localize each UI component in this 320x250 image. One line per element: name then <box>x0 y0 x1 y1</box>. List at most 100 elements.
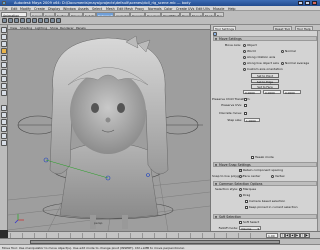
menu-normals[interactable]: Normals <box>148 7 162 11</box>
menu-modify[interactable]: Modify <box>20 7 31 11</box>
viewport-menu-show[interactable]: Show <box>50 26 58 30</box>
hypershade-layout-icon[interactable] <box>1 140 7 146</box>
move-snap-settings-header[interactable]: ▼ Move Snap Settings <box>213 162 317 167</box>
radio-drag[interactable]: Drag <box>239 193 250 197</box>
preserve-child-checkbox[interactable] <box>244 97 247 101</box>
menu-create[interactable]: Create <box>34 7 45 11</box>
shelf-tab-animation[interactable]: Animation <box>114 12 130 17</box>
shelf-tab-muscle[interactable]: Muscle <box>190 12 203 17</box>
cluster-icon[interactable] <box>2 18 7 23</box>
minimize-button[interactable] <box>298 1 303 5</box>
universal-manip-icon[interactable] <box>1 69 7 75</box>
single-pane-layout-icon[interactable] <box>1 105 7 111</box>
menu-help[interactable]: Help <box>228 7 236 11</box>
step-forward-button[interactable]: |▶ <box>300 233 305 241</box>
menu-window[interactable]: Window <box>63 7 76 11</box>
step-back-button[interactable]: ◀| <box>285 233 290 238</box>
menu-create-uvs[interactable]: Create UVs <box>176 7 194 11</box>
close-button[interactable] <box>312 1 317 5</box>
menu-assets[interactable]: Assets <box>78 7 89 11</box>
radio-face-center[interactable]: Face center <box>239 174 260 178</box>
shelf-tab-dynamics[interactable]: Dynamics <box>130 12 145 17</box>
set-to-point-button[interactable]: Set to Point <box>251 73 279 78</box>
shelf-tab-subdivs[interactable]: Subdivs <box>83 12 96 17</box>
camera-based-selection-checkbox[interactable]: Camera based selection <box>245 199 285 203</box>
twist-icon[interactable] <box>44 18 49 23</box>
soft-selection-header[interactable]: ▼ Soft Selection <box>213 214 317 219</box>
shelf-tab-painteffects[interactable]: PaintEffects <box>161 12 180 17</box>
shelf-tab-polygons[interactable]: Polygons <box>69 12 83 17</box>
shelf-tab-general[interactable]: General <box>30 12 43 17</box>
step-size-field[interactable]: 1.0000 <box>244 117 260 123</box>
paint-select-icon[interactable] <box>1 41 7 47</box>
persp-outliner-layout-icon[interactable] <box>1 126 7 132</box>
time-slider[interactable]: 1.00 |◀ ◀| ◀ ▶ |▶ ▶| <box>8 231 320 241</box>
scale-tool-icon[interactable] <box>1 62 7 68</box>
current-frame-field[interactable]: 1.00 <box>266 233 278 238</box>
radio-vertex[interactable]: Vertex <box>271 174 285 178</box>
discrete-move-checkbox[interactable] <box>244 111 247 115</box>
custom-axis-z-field[interactable]: 0.0000 <box>283 90 301 95</box>
retain-spacing-checkbox[interactable]: ✓ Retain component spacing <box>239 168 283 172</box>
bend-icon[interactable] <box>38 18 43 23</box>
menu-edit-uvs[interactable]: Edit UVs <box>196 7 210 11</box>
viewport-menu-view[interactable]: View <box>10 26 17 30</box>
viewport-menu-shading[interactable]: Shading <box>20 26 32 30</box>
go-to-end-button[interactable]: ▶| <box>305 233 310 238</box>
play-forwards-button[interactable]: ▶ <box>295 233 300 238</box>
last-tool-icon[interactable] <box>1 90 7 96</box>
soft-select-checkbox[interactable]: Soft Select <box>239 220 259 224</box>
show-manip-icon[interactable] <box>1 83 7 89</box>
set-to-face-button[interactable]: Set to Face <box>251 84 279 89</box>
perspective-viewport[interactable]: View Shading Lighting Show Renderer Pane… <box>8 25 210 231</box>
menu-file[interactable]: File <box>2 7 8 11</box>
shelf-tab-surfaces[interactable]: Surfaces <box>55 12 69 17</box>
side-by-side-layout-icon[interactable] <box>1 119 7 125</box>
shelf-tab-fur[interactable]: Fur <box>215 12 224 17</box>
radio-custom-axis-orientation[interactable]: Custom axis orientation <box>243 67 283 71</box>
set-to-edge-button[interactable]: Set to Edge <box>251 78 279 84</box>
keep-pinned-checkbox[interactable]: Keep pinned in current selection <box>245 205 298 209</box>
menu-proxy[interactable]: Proxy <box>135 7 144 11</box>
menu-edit[interactable]: Edit <box>11 7 17 11</box>
radio-normal[interactable]: Normal <box>281 49 296 53</box>
lattice-icon[interactable] <box>8 18 13 23</box>
radio-normal-average[interactable]: Normal average <box>281 61 309 65</box>
radio-object[interactable]: Object <box>243 43 257 47</box>
shelf-tab-deformation[interactable]: Deformation <box>96 12 114 17</box>
viewport-menu-renderer[interactable]: Renderer <box>60 26 74 30</box>
four-pane-layout-icon[interactable] <box>1 112 7 118</box>
common-selection-header[interactable]: ▼ Common Selection Options <box>213 181 317 186</box>
wave-icon[interactable] <box>56 18 61 23</box>
go-to-start-button[interactable]: |◀ <box>280 233 285 241</box>
shelf-tab-rendering[interactable]: Rendering <box>145 12 161 17</box>
menu-color[interactable]: Color <box>164 7 173 11</box>
graph-editor-layout-icon[interactable] <box>1 133 7 139</box>
menu-select[interactable]: Select <box>92 7 102 11</box>
wire-icon[interactable] <box>32 18 37 23</box>
viewport-menu-lighting[interactable]: Lighting <box>35 26 47 30</box>
tab-tool-help[interactable]: Tool Help <box>295 25 313 31</box>
radio-marquee[interactable]: Marquee <box>239 187 256 191</box>
menu-muscle[interactable]: Muscle <box>213 7 224 11</box>
play-backwards-button[interactable]: ◀ <box>290 233 295 238</box>
radio-along-live-object-axis[interactable]: Along live object axis <box>243 61 279 65</box>
move-tool-icon[interactable] <box>1 48 7 54</box>
tab-tool-settings[interactable]: Tool Settings <box>213 25 237 31</box>
rotate-tool-icon[interactable] <box>1 55 7 61</box>
shelf-tab-curves[interactable]: Curves <box>43 12 55 17</box>
sculpt-icon[interactable] <box>26 18 31 23</box>
blendshape-icon[interactable] <box>14 18 19 23</box>
custom-axis-x-field[interactable]: 0.0000 <box>243 90 261 95</box>
viewport-scene[interactable] <box>8 30 210 231</box>
soft-mod-icon[interactable] <box>1 76 7 82</box>
viewport-menu-panels[interactable]: Panels <box>76 26 86 30</box>
menu-display[interactable]: Display <box>48 7 60 11</box>
menu-set-select[interactable]: Animation <box>1 12 27 18</box>
menu-edit-mesh[interactable]: Edit Mesh <box>117 7 133 11</box>
falloff-mode-dropdown[interactable]: Volume <box>239 225 261 231</box>
squash-icon[interactable] <box>50 18 55 23</box>
lasso-tool-icon[interactable] <box>1 34 7 40</box>
preserve-uvs-checkbox[interactable] <box>244 103 247 107</box>
maximize-button[interactable] <box>305 1 310 5</box>
